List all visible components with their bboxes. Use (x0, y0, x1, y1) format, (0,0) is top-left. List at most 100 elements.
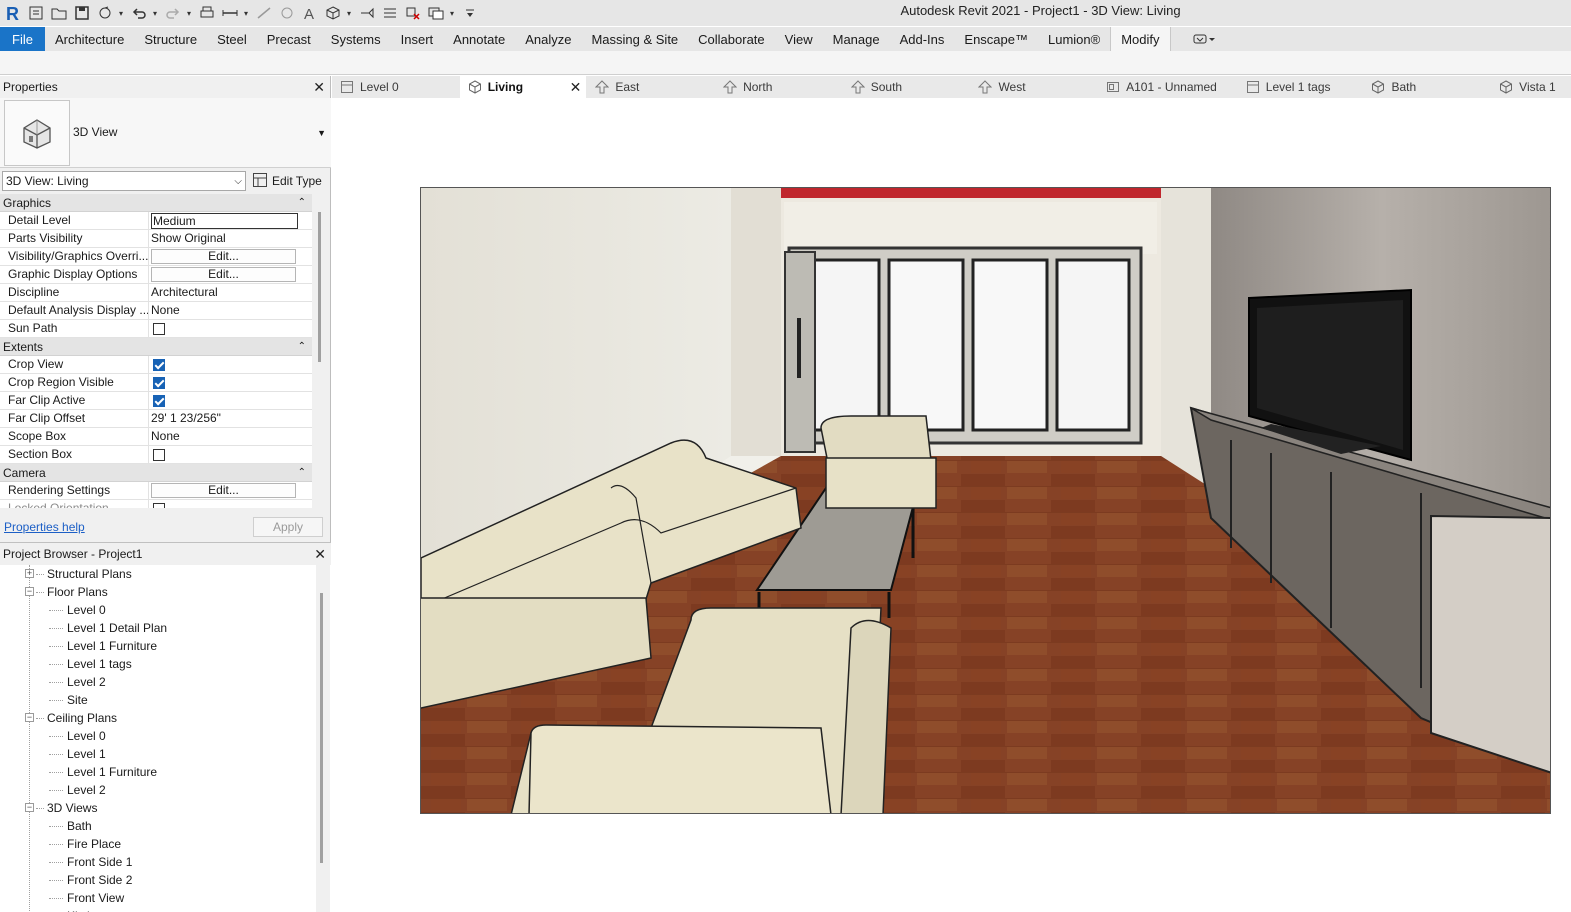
redo-icon[interactable] (162, 2, 184, 24)
tab-architecture[interactable]: Architecture (45, 27, 134, 51)
save-icon[interactable] (71, 2, 93, 24)
checkbox[interactable] (153, 503, 165, 508)
print-icon[interactable] (196, 2, 218, 24)
close-properties-icon[interactable]: ✕ (313, 79, 325, 96)
section-icon[interactable] (356, 2, 378, 24)
group-graphics[interactable]: Graphics ⌃ (0, 194, 312, 212)
tab-massing-site[interactable]: Massing & Site (581, 27, 688, 51)
properties-scrollbar[interactable] (314, 194, 330, 508)
tab-enscape[interactable]: Enscape™ (954, 27, 1038, 51)
edit-button[interactable]: Edit... (151, 267, 296, 282)
tree-item[interactable]: Level 1 (0, 745, 316, 763)
property-value[interactable] (149, 500, 312, 508)
property-value[interactable] (149, 392, 312, 409)
view-tab-level-1-tags[interactable]: Level 1 tags (1238, 76, 1364, 98)
switch-windows-dropdown-icon[interactable]: ▾ (448, 2, 456, 24)
view-tab-north[interactable]: North (715, 76, 843, 98)
tab-file[interactable]: File (0, 27, 45, 51)
align-dimension-icon[interactable] (253, 2, 275, 24)
properties-scroll-thumb[interactable] (318, 212, 321, 362)
tab-annotate[interactable]: Annotate (443, 27, 515, 51)
view-tab-a101-unnamed[interactable]: A101 - Unnamed (1098, 76, 1238, 98)
close-tab-icon[interactable]: ✕ (570, 79, 582, 96)
open-icon[interactable] (48, 2, 70, 24)
view-tab-vista-1[interactable]: Vista 1 (1491, 76, 1571, 98)
3d-view-icon[interactable] (322, 2, 344, 24)
collapse-chevron-icon[interactable]: ⌃ (298, 197, 306, 208)
tree-item[interactable]: Level 1 Furniture (0, 637, 316, 655)
project-browser-scrollbar[interactable] (316, 565, 330, 912)
tab-structure[interactable]: Structure (134, 27, 207, 51)
property-value[interactable]: None (149, 302, 312, 319)
tree-item[interactable]: Level 2 (0, 781, 316, 799)
sync-icon[interactable] (94, 2, 116, 24)
switch-windows-icon[interactable] (425, 2, 447, 24)
revit-logo-icon[interactable]: R (2, 2, 24, 24)
tab-analyze[interactable]: Analyze (515, 27, 581, 51)
tree-item[interactable]: Site (0, 691, 316, 709)
measure-dropdown-icon[interactable]: ▾ (242, 2, 250, 24)
checkbox[interactable] (153, 323, 165, 335)
checkbox[interactable] (153, 395, 165, 407)
tree-item[interactable]: Bath (0, 817, 316, 835)
expand-icon[interactable]: + (25, 569, 34, 578)
property-value[interactable]: Edit... (149, 482, 312, 499)
redo-dropdown-icon[interactable]: ▾ (185, 2, 193, 24)
property-value[interactable]: Edit... (149, 266, 312, 283)
home-icon[interactable] (25, 2, 47, 24)
edit-button[interactable]: Edit... (151, 483, 296, 498)
measure-icon[interactable] (219, 2, 241, 24)
collapse-chevron-icon[interactable]: ⌃ (298, 341, 306, 352)
thin-lines-icon[interactable] (379, 2, 401, 24)
close-project-browser-icon[interactable]: ✕ (314, 546, 326, 563)
instance-selector[interactable]: 3D View: Living ⌵ (2, 171, 246, 191)
tab-view[interactable]: View (775, 27, 823, 51)
tab-steel[interactable]: Steel (207, 27, 257, 51)
project-browser-scroll-thumb[interactable] (320, 593, 323, 863)
property-value[interactable]: Show Original (149, 230, 312, 247)
collapse-icon[interactable]: − (25, 803, 34, 812)
edit-type-button[interactable]: Edit Type (252, 172, 322, 191)
collapse-icon[interactable]: − (25, 713, 34, 722)
property-value[interactable]: 29' 1 23/256" (149, 410, 312, 427)
view-tab-bath[interactable]: Bath (1363, 76, 1492, 98)
tag-icon[interactable] (276, 2, 298, 24)
tree-item[interactable]: − Ceiling Plans (0, 709, 316, 727)
undo-icon[interactable] (128, 2, 150, 24)
property-value[interactable] (149, 374, 312, 391)
undo-dropdown-icon[interactable]: ▾ (151, 2, 159, 24)
apply-button[interactable]: Apply (253, 517, 323, 537)
view-tab-living[interactable]: Living ✕ (459, 76, 588, 98)
type-selector[interactable]: 3D View ▼ (0, 98, 331, 168)
tree-item[interactable]: Fire Place (0, 835, 316, 853)
tree-item[interactable]: Front View (0, 889, 316, 907)
tree-item[interactable]: + Structural Plans (0, 565, 316, 583)
edit-button[interactable]: Edit... (151, 249, 296, 264)
checkbox[interactable] (153, 377, 165, 389)
tree-item[interactable]: Level 1 tags (0, 655, 316, 673)
sync-dropdown-icon[interactable]: ▾ (117, 2, 125, 24)
drawing-area[interactable] (332, 98, 1571, 912)
tab-insert[interactable]: Insert (391, 27, 444, 51)
3d-view-render[interactable] (420, 187, 1551, 814)
properties-help-link[interactable]: Properties help (4, 520, 85, 534)
tab-modify[interactable]: Modify (1110, 27, 1171, 51)
view-tab-east[interactable]: East (587, 76, 716, 98)
property-value[interactable] (149, 356, 312, 373)
tab-add-ins[interactable]: Add-Ins (890, 27, 955, 51)
tree-item[interactable]: Level 2 (0, 673, 316, 691)
type-dropdown-icon[interactable]: ▼ (317, 128, 326, 138)
tree-item[interactable]: Front Side 1 (0, 853, 316, 871)
customize-icon[interactable] (459, 2, 481, 24)
checkbox[interactable] (153, 449, 165, 461)
property-value[interactable]: None (149, 428, 312, 445)
tab-collaborate[interactable]: Collaborate (688, 27, 775, 51)
tab-lumion[interactable]: Lumion® (1038, 27, 1110, 51)
view-tab-south[interactable]: South (843, 76, 971, 98)
collapse-chevron-icon[interactable]: ⌃ (298, 467, 306, 478)
collapse-icon[interactable]: − (25, 587, 34, 596)
tab-manage[interactable]: Manage (823, 27, 890, 51)
view-tab-west[interactable]: West (970, 76, 1099, 98)
tab-systems[interactable]: Systems (321, 27, 391, 51)
group-camera[interactable]: Camera ⌃ (0, 464, 312, 482)
